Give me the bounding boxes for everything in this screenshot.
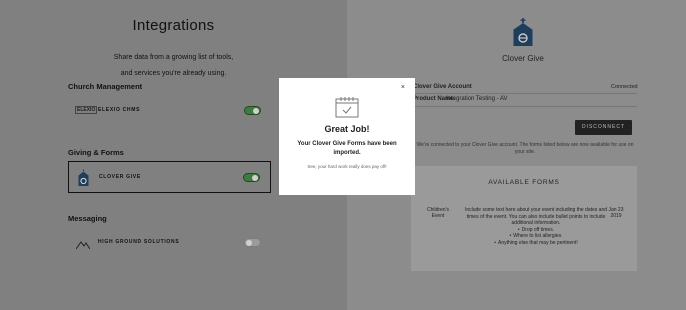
integration-row-elexio[interactable]: ELEXIO ELEXIO CHMS bbox=[68, 95, 271, 127]
integration-name: ELEXIO CHMS bbox=[98, 107, 141, 113]
account-label: Clover Give Account bbox=[413, 84, 472, 90]
section-title-church-management: Church Management bbox=[68, 82, 143, 91]
modal-message: Your Clover Give Forms have been importe… bbox=[297, 141, 397, 156]
integration-row-clover-give[interactable]: CLOVER GIVE bbox=[68, 161, 271, 193]
available-forms-card: AVAILABLE FORMS Children's Event Include… bbox=[411, 166, 637, 271]
clover-give-church-icon bbox=[512, 18, 534, 46]
modal-title: Great Job! bbox=[324, 124, 370, 134]
page-title: Integrations bbox=[132, 17, 215, 34]
toggle-knob bbox=[253, 108, 259, 114]
close-icon[interactable]: × bbox=[401, 84, 405, 91]
elexio-logo: ELEXIO bbox=[75, 106, 98, 114]
toggle-knob bbox=[246, 240, 252, 246]
product-value: Integration Testing - AV bbox=[446, 96, 508, 102]
integration-row-high-ground[interactable]: HIGH GROUND SOLUTIONS bbox=[68, 227, 271, 259]
integration-name: CLOVER GIVE bbox=[99, 174, 141, 180]
divider bbox=[413, 93, 637, 94]
form-date: Jan 23 2019 bbox=[608, 207, 624, 219]
list-item: • Anything else that may be pertinent! bbox=[494, 239, 578, 246]
calendar-check-icon bbox=[335, 96, 359, 118]
section-title-giving-forms: Giving & Forms bbox=[68, 148, 124, 157]
high-ground-toggle[interactable] bbox=[244, 238, 261, 247]
list-item: • Drop off times. bbox=[517, 226, 555, 233]
integration-title: Clover Give bbox=[502, 54, 544, 63]
forms-title: AVAILABLE FORMS bbox=[488, 179, 560, 186]
toggle-knob bbox=[252, 175, 258, 181]
form-description: Include some text here about your event … bbox=[461, 207, 611, 247]
intro-line-1: Share data from a growing list of tools, bbox=[113, 54, 234, 61]
integration-name: HIGH GROUND SOLUTIONS bbox=[98, 239, 180, 245]
connected-note: We're connected to your Clover Give acco… bbox=[416, 142, 634, 155]
list-item: • Where to list allergies. bbox=[509, 233, 563, 240]
elexio-toggle[interactable] bbox=[244, 106, 261, 115]
clover-give-logo bbox=[77, 169, 90, 186]
section-title-messaging: Messaging bbox=[68, 214, 107, 223]
clover-give-toggle[interactable] bbox=[243, 173, 260, 182]
divider bbox=[413, 106, 637, 107]
high-ground-logo bbox=[75, 237, 91, 250]
account-status: Connected bbox=[611, 84, 638, 90]
modal-subtext: See, your hard work really does pay off! bbox=[307, 164, 387, 169]
success-modal: × Great Job! Your Clover Give Forms have… bbox=[279, 78, 415, 195]
form-description-text: Include some text here about your event … bbox=[464, 207, 608, 227]
form-name: Children's Event bbox=[426, 207, 450, 219]
disconnect-button[interactable]: DISCONNECT bbox=[575, 120, 632, 135]
